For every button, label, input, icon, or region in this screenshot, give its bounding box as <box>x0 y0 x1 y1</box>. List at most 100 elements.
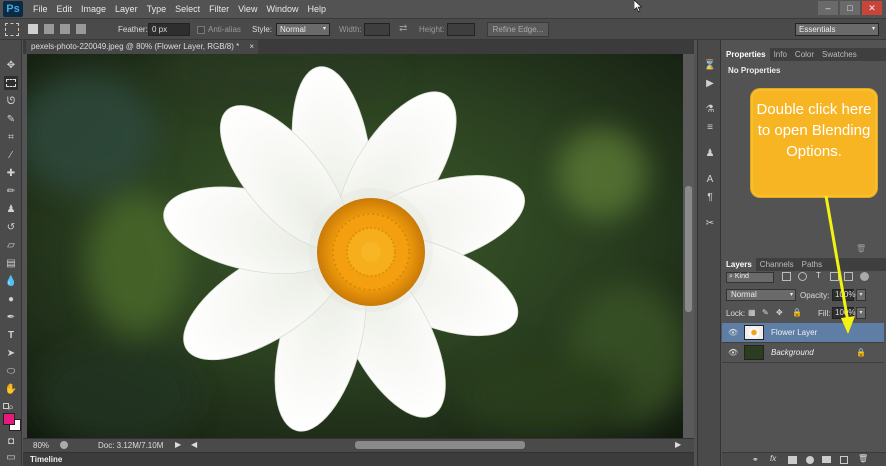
document-tab[interactable]: pexels-photo-220049.jpeg @ 80% (Flower L… <box>26 40 258 54</box>
feather-input[interactable]: 0 px <box>148 23 190 36</box>
lock-image-icon[interactable]: ✎ <box>762 308 769 317</box>
close-button[interactable]: ✕ <box>862 1 882 15</box>
filter-smart-object-icon[interactable] <box>844 272 853 281</box>
menu-select[interactable]: Select <box>175 4 200 14</box>
status-arrow-icon[interactable]: ▶ <box>175 440 181 449</box>
opacity-dropdown-button[interactable]: ▾ <box>856 289 866 301</box>
rectangular-marquee-tool-icon[interactable] <box>4 76 18 90</box>
minimize-button[interactable]: – <box>818 1 838 15</box>
history-panel-icon[interactable]: ⌛ <box>703 58 717 72</box>
eye-icon[interactable]: 👁 <box>728 328 738 337</box>
lock-all-icon[interactable]: 🔒 <box>792 308 802 317</box>
menu-image[interactable]: Image <box>81 4 106 14</box>
refine-edge-button[interactable]: Refine Edge... <box>487 22 549 37</box>
dodge-tool-icon[interactable]: ● <box>4 292 18 306</box>
style-select[interactable]: Normal ▾ <box>276 23 330 36</box>
layer-name[interactable]: Background <box>771 348 814 357</box>
intersect-selection-icon[interactable] <box>76 24 86 34</box>
workspace-select[interactable]: Essentials ▾ <box>795 23 879 36</box>
width-input[interactable] <box>364 23 390 36</box>
menu-filter[interactable]: Filter <box>209 4 229 14</box>
character-panel-icon[interactable]: A <box>703 172 717 186</box>
tool-presets-icon[interactable]: ✂ <box>703 216 717 230</box>
scroll-left-icon[interactable]: ◀ <box>191 440 197 449</box>
ellipse-tool-icon[interactable]: ⬭ <box>4 364 18 378</box>
history-brush-tool-icon[interactable]: ↺ <box>4 220 18 234</box>
eraser-tool-icon[interactable]: ▱ <box>4 238 18 252</box>
hand-tool-icon[interactable]: ✋ <box>4 382 18 396</box>
add-selection-icon[interactable] <box>44 24 54 34</box>
trash-icon[interactable]: 🗑 <box>856 244 866 253</box>
new-layer-icon[interactable] <box>840 456 848 464</box>
timeline-panel[interactable]: Timeline <box>23 452 694 466</box>
tab-paths[interactable]: Paths <box>798 258 826 271</box>
scroll-right-icon[interactable]: ▶ <box>675 440 681 449</box>
filter-shape-icon[interactable] <box>830 272 839 281</box>
brush-tool-icon[interactable]: ✏ <box>4 184 18 198</box>
filter-pixel-icon[interactable] <box>782 272 791 281</box>
maximize-button[interactable]: □ <box>840 1 860 15</box>
layer-style-icon[interactable]: fx <box>770 454 776 463</box>
brush-presets-icon[interactable]: ≡ <box>703 120 717 134</box>
crop-tool-icon[interactable]: ⌗ <box>4 130 18 144</box>
document-canvas[interactable] <box>27 54 683 438</box>
screen-mode-icon[interactable]: ▭ <box>4 450 18 464</box>
layer-row-flower[interactable]: 👁 Flower Layer <box>722 323 884 343</box>
quick-mask-icon[interactable]: ◘ <box>4 434 18 448</box>
tab-swatches[interactable]: Swatches <box>818 48 861 61</box>
layer-filter-select[interactable]: ⌕ Kind <box>726 272 774 283</box>
marquee-tool-preset-icon[interactable] <box>5 23 19 36</box>
eyedropper-tool-icon[interactable]: ⁄ <box>4 148 18 162</box>
status-menu-icon[interactable] <box>60 441 68 449</box>
tab-color[interactable]: Color <box>791 48 818 61</box>
menu-help[interactable]: Help <box>307 4 326 14</box>
link-layers-icon[interactable]: ⚭ <box>752 455 759 464</box>
fill-input[interactable]: 100% <box>832 307 855 319</box>
lock-position-icon[interactable]: ✥ <box>776 308 783 317</box>
add-mask-icon[interactable] <box>788 456 797 464</box>
actions-panel-icon[interactable]: ▶ <box>703 76 717 90</box>
blur-tool-icon[interactable]: 💧 <box>4 274 18 288</box>
blend-mode-select[interactable]: Normal ▾ <box>726 289 796 301</box>
default-colors-icon[interactable] <box>3 403 9 409</box>
fill-dropdown-button[interactable]: ▾ <box>856 307 866 319</box>
gradient-tool-icon[interactable]: ▤ <box>4 256 18 270</box>
tab-info[interactable]: Info <box>770 48 791 61</box>
zoom-level[interactable]: 80% <box>33 441 49 450</box>
menu-window[interactable]: Window <box>266 4 298 14</box>
path-selection-tool-icon[interactable]: ➤ <box>4 346 18 360</box>
quick-selection-tool-icon[interactable]: ✎ <box>4 112 18 126</box>
clone-source-icon[interactable]: ♟ <box>703 146 717 160</box>
lock-transparent-icon[interactable]: ▦ <box>748 308 756 317</box>
clone-stamp-tool-icon[interactable]: ♟ <box>4 202 18 216</box>
menu-file[interactable]: File <box>33 4 48 14</box>
subtract-selection-icon[interactable] <box>60 24 70 34</box>
filter-toggle-icon[interactable] <box>860 272 869 281</box>
menu-layer[interactable]: Layer <box>115 4 138 14</box>
spot-healing-tool-icon[interactable]: ✚ <box>4 166 18 180</box>
close-tab-icon[interactable]: × <box>249 40 254 54</box>
opacity-input[interactable]: 100% <box>832 289 855 301</box>
vertical-scroll-thumb[interactable] <box>685 186 692 312</box>
adjustments-panel-icon[interactable]: ⚗ <box>703 102 717 116</box>
type-tool-icon[interactable]: T <box>4 328 18 342</box>
menu-edit[interactable]: Edit <box>57 4 73 14</box>
paragraph-panel-icon[interactable]: ¶ <box>703 190 717 204</box>
eye-icon[interactable]: 👁 <box>728 348 738 357</box>
antialias-checkbox[interactable] <box>197 26 205 34</box>
timeline-label[interactable]: Timeline <box>30 455 62 464</box>
delete-layer-icon[interactable]: 🗑 <box>858 454 868 463</box>
filter-adjustment-icon[interactable] <box>798 272 807 281</box>
foreground-color-swatch[interactable] <box>3 413 15 425</box>
adjustment-layer-icon[interactable] <box>806 456 814 464</box>
photoshop-logo[interactable]: Ps <box>3 1 23 17</box>
horizontal-scroll-thumb[interactable] <box>355 441 525 449</box>
swap-dimensions-icon[interactable]: ⇄ <box>399 23 407 34</box>
move-tool-icon[interactable]: ✥ <box>4 58 18 72</box>
layer-row-background[interactable]: 👁 Background 🔒 <box>722 343 884 363</box>
height-input[interactable] <box>447 23 475 36</box>
menu-view[interactable]: View <box>238 4 257 14</box>
tab-layers[interactable]: Layers <box>722 258 756 271</box>
new-group-icon[interactable] <box>822 456 831 463</box>
pen-tool-icon[interactable]: ✒ <box>4 310 18 324</box>
